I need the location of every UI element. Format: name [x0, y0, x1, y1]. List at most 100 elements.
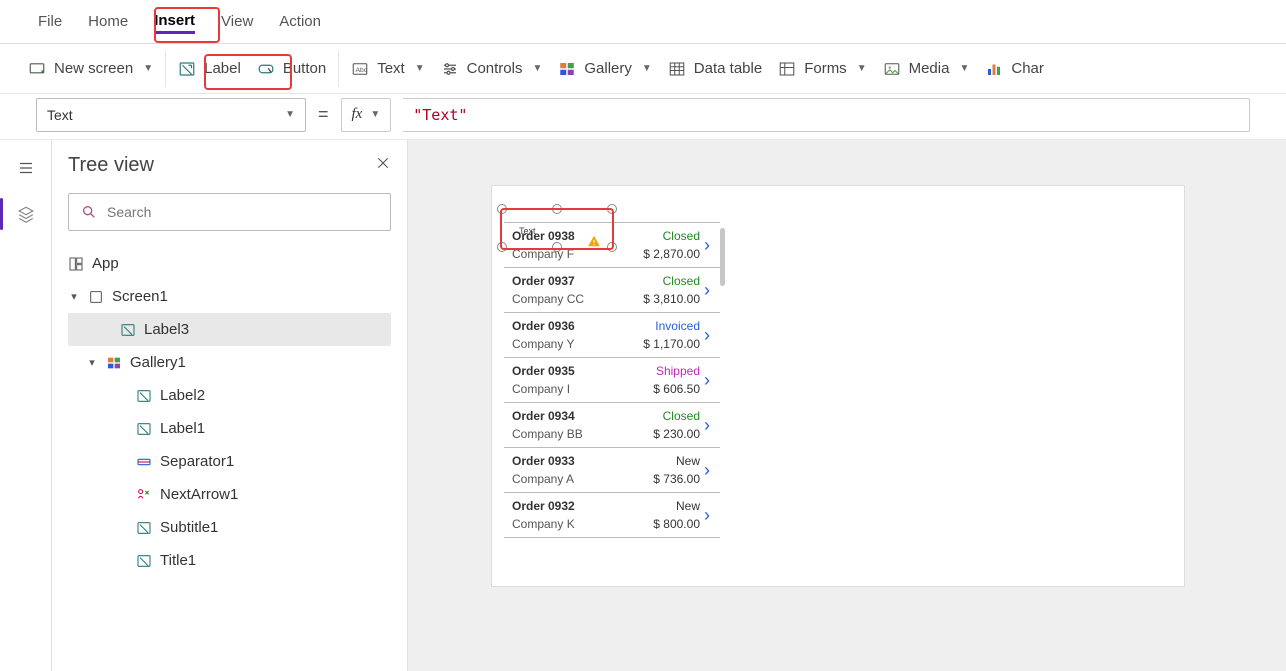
formula-input[interactable] — [403, 98, 1250, 132]
close-icon — [375, 155, 391, 171]
search-box[interactable] — [68, 193, 391, 231]
collapse-icon[interactable]: ▾ — [68, 290, 80, 303]
chevron-right-icon[interactable]: › — [704, 280, 716, 301]
media-button[interactable]: Media ▼ — [875, 54, 978, 84]
close-button[interactable] — [375, 155, 391, 176]
charts-button[interactable]: Char — [977, 54, 1052, 84]
selected-label-overlay[interactable]: Text — [505, 212, 609, 244]
button-button[interactable]: Button — [249, 54, 334, 84]
fx-button[interactable]: fx ▼ — [341, 98, 392, 132]
text-label: Text — [377, 60, 405, 77]
new-screen-button[interactable]: New screen ▼ — [20, 54, 161, 84]
chevron-down-icon: ▼ — [143, 63, 153, 74]
tree-item-label2[interactable]: Label2 — [68, 379, 391, 412]
controls-button[interactable]: Controls ▼ — [433, 54, 551, 84]
gallery-item[interactable]: Order 0932New›Company K$ 800.00 — [504, 493, 720, 538]
data-table-button[interactable]: Data table — [660, 54, 770, 84]
nextarrow-icon — [136, 487, 152, 503]
chevron-down-icon: ▼ — [959, 63, 969, 74]
chevron-right-icon[interactable]: › — [704, 325, 716, 346]
chevron-down-icon: ▼ — [857, 63, 867, 74]
tree-view-button[interactable] — [12, 200, 40, 228]
order-amount: $ 3,810.00 — [630, 292, 700, 306]
hamburger-icon — [17, 159, 35, 177]
order-amount: $ 1,170.00 — [630, 337, 700, 351]
menu-home[interactable]: Home — [88, 11, 128, 32]
order-amount: $ 606.50 — [630, 382, 700, 396]
order-status: Closed — [630, 409, 700, 423]
label-button[interactable]: Label — [170, 54, 249, 84]
hamburger-button[interactable] — [12, 154, 40, 182]
separator — [338, 51, 339, 87]
controls-icon — [441, 60, 459, 78]
tree-item-label: Subtitle1 — [160, 519, 218, 536]
company-name: Company I — [512, 382, 626, 396]
label-icon — [120, 322, 136, 338]
company-name: Company CC — [512, 292, 626, 306]
tree-item-separator1[interactable]: Separator1 — [68, 445, 391, 478]
tree: App ▾ Screen1 Label3 ▾ Gallery1 Label2 — [68, 247, 391, 577]
order-status: Closed — [630, 229, 700, 243]
gallery-item[interactable]: Order 0937Closed›Company CC$ 3,810.00 — [504, 268, 720, 313]
scrollbar-thumb[interactable] — [720, 228, 725, 286]
gallery-item[interactable]: Order 0934Closed›Company BB$ 230.00 — [504, 403, 720, 448]
chevron-down-icon: ▼ — [370, 109, 380, 120]
menu-view[interactable]: View — [221, 11, 253, 32]
equals-sign: = — [318, 104, 329, 125]
label-icon — [136, 388, 152, 404]
tree-item-label: App — [92, 255, 119, 272]
tree-item-gallery1[interactable]: ▾ Gallery1 — [68, 346, 391, 379]
tree-item-label3[interactable]: Label3 — [68, 313, 391, 346]
tree-item-label: Label1 — [160, 420, 205, 437]
menu-insert[interactable]: Insert — [154, 10, 195, 34]
forms-label: Forms — [804, 60, 847, 77]
chevron-right-icon[interactable]: › — [704, 370, 716, 391]
gallery-item[interactable]: Order 0935Shipped›Company I$ 606.50 — [504, 358, 720, 403]
gallery-label: Gallery — [584, 60, 632, 77]
preview-gallery[interactable]: Order 0938Closed›Company F$ 2,870.00Orde… — [504, 222, 720, 538]
chevron-down-icon: ▼ — [285, 109, 295, 120]
search-input[interactable] — [107, 204, 378, 220]
tree-item-app[interactable]: App — [68, 247, 391, 280]
text-icon: Abc — [351, 60, 369, 78]
chevron-right-icon[interactable]: › — [704, 235, 716, 256]
separator — [165, 51, 166, 87]
gallery-item[interactable]: Order 0933New›Company A$ 736.00 — [504, 448, 720, 493]
tree-item-screen1[interactable]: ▾ Screen1 — [68, 280, 391, 313]
screen-icon — [28, 60, 46, 78]
chevron-down-icon: ▼ — [642, 63, 652, 74]
label-label: Label — [204, 60, 241, 77]
left-rail — [0, 140, 52, 671]
text-button[interactable]: Abc Text ▼ — [343, 54, 432, 84]
company-name: Company Y — [512, 337, 626, 351]
gallery-button[interactable]: Gallery ▼ — [550, 54, 659, 84]
charts-label: Char — [1011, 60, 1044, 77]
button-icon — [257, 60, 275, 78]
forms-button[interactable]: Forms ▼ — [770, 54, 874, 84]
tree-item-label: Label3 — [144, 321, 189, 338]
layers-icon — [17, 205, 35, 223]
property-value: Text — [47, 107, 73, 123]
tree-item-title1[interactable]: Title1 — [68, 544, 391, 577]
app-icon — [68, 256, 84, 272]
tree-item-nextarrow1[interactable]: NextArrow1 — [68, 478, 391, 511]
order-id: Order 0932 — [512, 499, 626, 513]
collapse-icon[interactable]: ▾ — [86, 356, 98, 369]
menu-action[interactable]: Action — [279, 11, 321, 32]
tree-item-label: Separator1 — [160, 453, 234, 470]
chevron-right-icon[interactable]: › — [704, 460, 716, 481]
label-icon — [136, 553, 152, 569]
tree-item-subtitle1[interactable]: Subtitle1 — [68, 511, 391, 544]
media-icon — [883, 60, 901, 78]
body: Tree view App ▾ Screen1 Label3 — [0, 140, 1286, 671]
chevron-right-icon[interactable]: › — [704, 415, 716, 436]
menu-bar: File Home Insert View Action — [0, 0, 1286, 44]
tree-item-label1[interactable]: Label1 — [68, 412, 391, 445]
property-dropdown[interactable]: Text ▼ — [36, 98, 306, 132]
order-amount: $ 800.00 — [630, 517, 700, 531]
chevron-right-icon[interactable]: › — [704, 505, 716, 526]
menu-file[interactable]: File — [38, 11, 62, 32]
screen-icon — [88, 289, 104, 305]
company-name: Company K — [512, 517, 626, 531]
gallery-item[interactable]: Order 0936Invoiced›Company Y$ 1,170.00 — [504, 313, 720, 358]
